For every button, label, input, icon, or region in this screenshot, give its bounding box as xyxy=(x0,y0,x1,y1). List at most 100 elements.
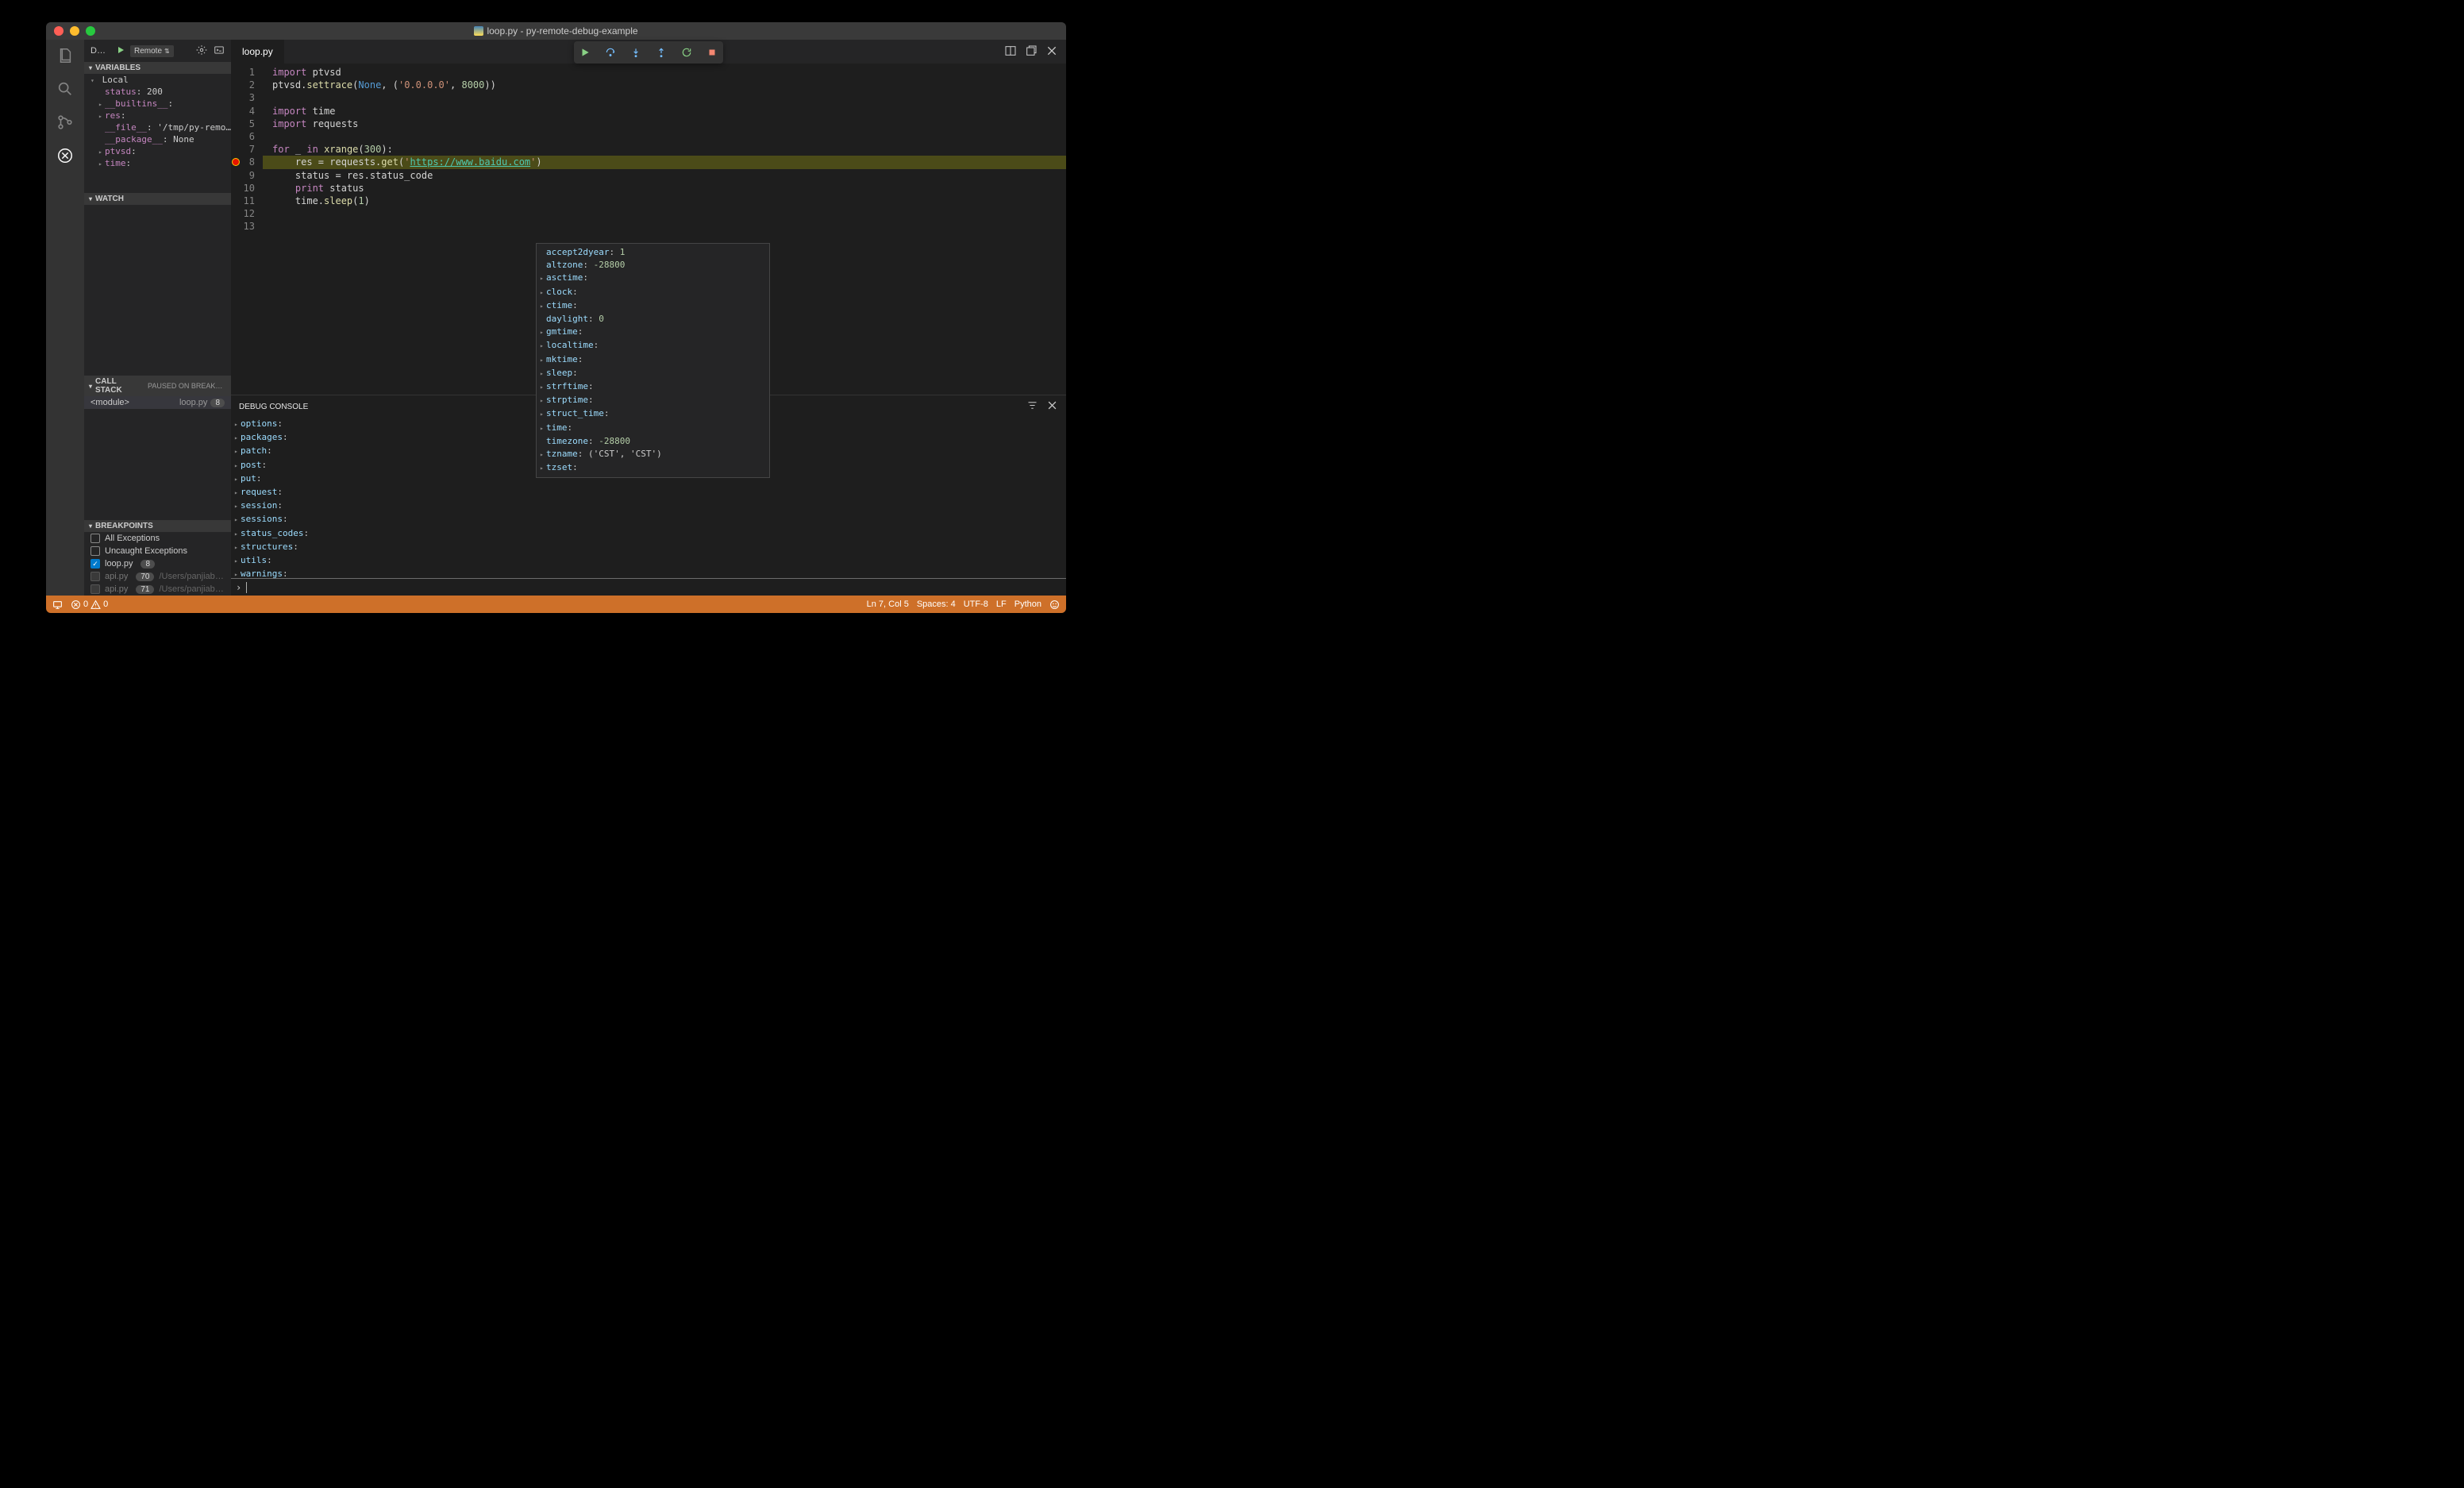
split-editor-icon[interactable] xyxy=(1004,44,1017,60)
minimize-window-button[interactable] xyxy=(70,26,79,36)
chevron-down-icon: ▾ xyxy=(89,522,92,530)
chevron-updown-icon: ⇅ xyxy=(164,48,170,55)
breakpoint-row[interactable]: api.py70/Users/panjiaba… xyxy=(84,570,231,583)
debug-console-input[interactable]: › xyxy=(231,578,1066,596)
status-host-icon[interactable] xyxy=(52,599,63,610)
code-line[interactable]: print status xyxy=(263,182,1066,195)
code-line[interactable] xyxy=(263,207,1066,220)
hover-property-row[interactable]: daylight: 0 xyxy=(537,313,769,326)
code-line[interactable]: import time xyxy=(263,105,1066,118)
hover-property-row[interactable]: ▸strftime: xyxy=(537,380,769,394)
hover-property-row[interactable]: ▸asctime: xyxy=(537,272,769,285)
hover-property-row[interactable]: ▸clock: xyxy=(537,286,769,299)
status-encoding[interactable]: UTF-8 xyxy=(964,599,988,609)
checkbox[interactable] xyxy=(90,534,100,543)
show-opened-editors-icon[interactable] xyxy=(1025,44,1038,60)
debug-config-select[interactable]: Remote ⇅ xyxy=(130,45,174,57)
code-line[interactable]: for _ in xrange(300): xyxy=(263,143,1066,156)
watch-section-header[interactable]: ▾ WATCH xyxy=(84,193,231,205)
hover-property-row[interactable]: ▸gmtime: xyxy=(537,326,769,339)
breakpoint-row[interactable]: Uncaught Exceptions xyxy=(84,545,231,557)
console-output-row[interactable]: ▸utils: xyxy=(231,554,1066,568)
checkbox[interactable] xyxy=(90,584,100,594)
breakpoints-section-header[interactable]: ▾ BREAKPOINTS xyxy=(84,520,231,532)
console-output-row[interactable]: ▸structures: xyxy=(231,541,1066,554)
console-output-row[interactable]: ▸session: xyxy=(231,499,1066,513)
variable-row[interactable]: __file__: '/tmp/py-remote-… xyxy=(84,121,231,133)
variable-row[interactable]: ▸res: xyxy=(84,110,231,121)
status-cursor-position[interactable]: Ln 7, Col 5 xyxy=(867,599,909,609)
variable-row[interactable]: status: 200 xyxy=(84,86,231,98)
console-output-row[interactable]: ▸warnings: xyxy=(231,568,1066,578)
hover-property-row[interactable]: ▸mktime: xyxy=(537,353,769,367)
code-line[interactable]: time.sleep(1) xyxy=(263,195,1066,207)
search-icon[interactable] xyxy=(56,79,75,98)
code-line[interactable] xyxy=(263,130,1066,143)
stop-button[interactable] xyxy=(704,44,720,60)
code-line[interactable]: ptvsd.settrace(None, ('0.0.0.0', 8000)) xyxy=(263,79,1066,91)
status-feedback-icon[interactable] xyxy=(1049,599,1060,610)
hover-property-row[interactable]: ▸struct_time: xyxy=(537,407,769,421)
hover-property-row[interactable]: ▸localtime: xyxy=(537,339,769,353)
code-line[interactable]: import ptvsd xyxy=(263,66,1066,79)
code-line[interactable] xyxy=(263,91,1066,104)
hover-property-row[interactable]: ▸strptime: xyxy=(537,394,769,407)
breakpoint-dot-icon[interactable] xyxy=(232,158,240,166)
code-line[interactable]: res = requests.get('https://www.baidu.co… xyxy=(263,156,1066,168)
maximize-window-button[interactable] xyxy=(86,26,95,36)
status-problems[interactable]: 0 0 xyxy=(71,599,108,610)
window-title: loop.py - py-remote-debug-example xyxy=(46,25,1066,37)
filter-icon[interactable] xyxy=(1026,399,1038,414)
variable-row[interactable]: ▸__builtins__: xyxy=(84,98,231,110)
variable-row[interactable]: __package__: None xyxy=(84,133,231,145)
hover-property-row[interactable]: ▸tzset: xyxy=(537,461,769,475)
hover-property-row[interactable]: timezone: -28800 xyxy=(537,435,769,448)
status-language[interactable]: Python xyxy=(1014,599,1041,609)
checkbox[interactable]: ✓ xyxy=(90,559,100,569)
status-eol[interactable]: LF xyxy=(996,599,1007,609)
console-output-row[interactable]: ▸request: xyxy=(231,486,1066,499)
start-debug-button[interactable] xyxy=(116,45,125,57)
panel-title[interactable]: DEBUG CONSOLE xyxy=(239,403,308,411)
code-line[interactable] xyxy=(263,220,1066,233)
callstack-section-header[interactable]: ▾ CALL STACK PAUSED ON BREAKPO… xyxy=(84,376,231,396)
code-line[interactable]: import requests xyxy=(263,118,1066,130)
console-output-row[interactable]: ▸sessions: xyxy=(231,513,1066,526)
console-output-row[interactable]: ▸status_codes: xyxy=(231,527,1066,541)
debug-console-icon[interactable] xyxy=(214,44,225,58)
variable-row[interactable]: ▸ptvsd: xyxy=(84,145,231,157)
breakpoint-row[interactable]: ✓loop.py8 xyxy=(84,557,231,570)
debug-toolbar xyxy=(574,41,723,64)
step-over-button[interactable] xyxy=(603,44,618,60)
restart-button[interactable] xyxy=(679,44,695,60)
breakpoint-row[interactable]: api.py71/Users/panjiaba… xyxy=(84,583,231,596)
close-panel-icon[interactable] xyxy=(1046,399,1058,414)
code-line[interactable]: status = res.status_code xyxy=(263,169,1066,182)
app-window: loop.py - py-remote-debug-example DE… xyxy=(46,22,1066,613)
hover-property-row[interactable]: altzone: -28800 xyxy=(537,259,769,272)
variables-section-header[interactable]: ▾ VARIABLES xyxy=(84,62,231,74)
stack-frame-row[interactable]: <module> loop.py 8 xyxy=(84,396,231,409)
hover-property-row[interactable]: ▸sleep: xyxy=(537,367,769,380)
explorer-icon[interactable] xyxy=(56,46,75,65)
editor-group: loop.py 12345678910111213 import ptvsdpt… xyxy=(231,40,1066,596)
step-into-button[interactable] xyxy=(628,44,644,60)
close-icon[interactable] xyxy=(1045,44,1058,60)
step-out-button[interactable] xyxy=(653,44,669,60)
hover-property-row[interactable]: ▸tzname: ('CST', 'CST') xyxy=(537,448,769,461)
source-control-icon[interactable] xyxy=(56,113,75,132)
status-indentation[interactable]: Spaces: 4 xyxy=(917,599,956,609)
close-window-button[interactable] xyxy=(54,26,64,36)
editor-tab[interactable]: loop.py xyxy=(231,40,285,64)
continue-button[interactable] xyxy=(577,44,593,60)
hover-property-row[interactable]: accept2dyear: 1 xyxy=(537,246,769,259)
debug-icon[interactable] xyxy=(56,146,75,165)
breakpoint-row[interactable]: All Exceptions xyxy=(84,532,231,545)
checkbox[interactable] xyxy=(90,572,100,581)
hover-property-row[interactable]: ▸time: xyxy=(537,422,769,435)
settings-gear-icon[interactable] xyxy=(196,44,207,58)
scope-local[interactable]: ▾ Local xyxy=(84,74,231,86)
hover-property-row[interactable]: ▸ctime: xyxy=(537,299,769,313)
variable-row[interactable]: ▸time: xyxy=(84,157,231,169)
checkbox[interactable] xyxy=(90,546,100,556)
